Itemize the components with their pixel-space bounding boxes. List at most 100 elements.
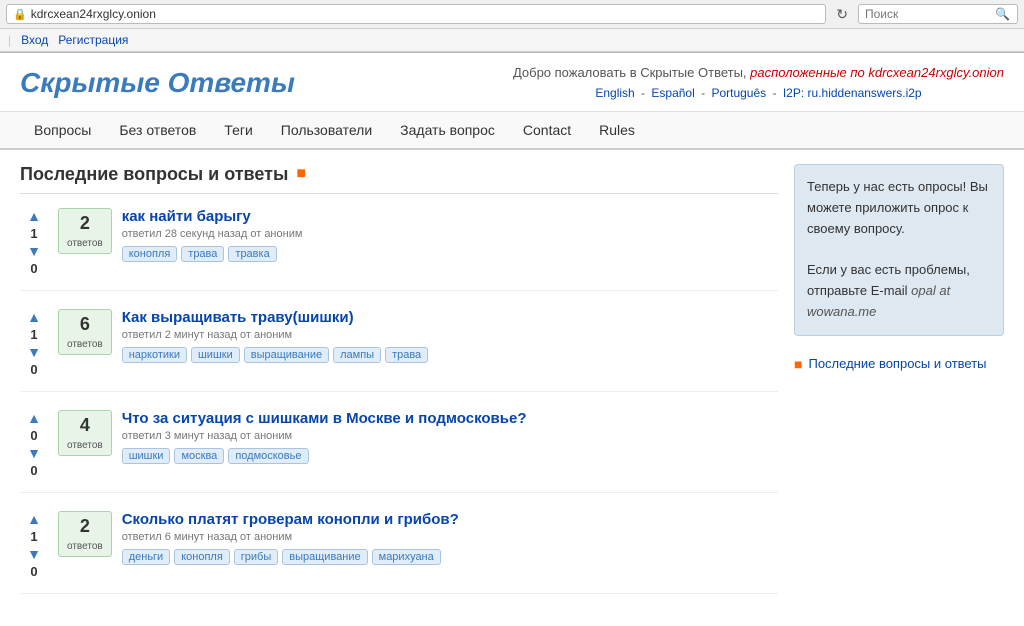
browser-search-button[interactable]: 🔍: [995, 7, 1010, 21]
site-header: Скрытые Ответы Добро пожаловать в Скрыты…: [0, 53, 1024, 112]
tag[interactable]: москва: [174, 448, 224, 464]
answer-label: ответов: [67, 440, 103, 451]
site-nav: Вопросы Без ответов Теги Пользователи За…: [0, 112, 1024, 150]
vote-down-button[interactable]: ▼: [27, 243, 41, 259]
sidebar: Теперь у нас есть опросы! Вы можете прил…: [794, 164, 1004, 612]
lang-portugues[interactable]: Português: [711, 86, 766, 100]
question-item: ▲ 1 ▼ 0 2 ответов Сколько платят гровера…: [20, 511, 778, 594]
nav-rules[interactable]: Rules: [585, 112, 649, 148]
nav-ask[interactable]: Задать вопрос: [386, 112, 509, 148]
main-content: Последние вопросы и ответы ■ ▲ 1 ▼ 0 2 о…: [0, 150, 1024, 626]
tag[interactable]: конопля: [174, 549, 230, 565]
answer-label: ответов: [67, 238, 103, 249]
vote-down-count: 0: [30, 261, 37, 276]
sidebar-poll-text-2: Если у вас есть проблемы, отправьте E-ma…: [807, 260, 991, 322]
nav-questions[interactable]: Вопросы: [20, 112, 105, 148]
vote-up-button[interactable]: ▲: [27, 309, 41, 325]
vote-down-button[interactable]: ▼: [27, 344, 41, 360]
tag[interactable]: выращивание: [244, 347, 329, 363]
question-meta: ответил 2 минут назад от аноним: [122, 329, 778, 341]
tag[interactable]: лампы: [333, 347, 381, 363]
answer-count-box: 2 ответов: [58, 208, 112, 254]
tag[interactable]: шишки: [122, 448, 171, 464]
browser-nav: | Вход Регистрация: [0, 29, 1024, 52]
vote-up-count: 1: [30, 327, 37, 342]
section-title: Последние вопросы и ответы ■: [20, 164, 778, 194]
vote-box: ▲ 0 ▼ 0: [20, 410, 48, 478]
rss-icon: ■: [296, 165, 306, 183]
tag[interactable]: наркотики: [122, 347, 187, 363]
nav-separator-left: |: [8, 33, 11, 47]
vote-down-button[interactable]: ▼: [27, 546, 41, 562]
nav-login-link[interactable]: Вход: [21, 33, 48, 47]
tag[interactable]: марихуана: [372, 549, 441, 565]
question-title[interactable]: Как выращивать траву(шишки): [122, 309, 354, 326]
tag[interactable]: трава: [385, 347, 428, 363]
tags-list: деньгиконоплягрибывыращивание марихуана: [122, 549, 778, 565]
question-title[interactable]: Сколько платят гроверам конопли и грибов…: [122, 511, 459, 528]
question-meta: ответил 6 минут назад от аноним: [122, 531, 778, 543]
nav-contact[interactable]: Contact: [509, 112, 585, 148]
vote-up-button[interactable]: ▲: [27, 511, 41, 527]
nav-users[interactable]: Пользователи: [267, 112, 386, 148]
site-logo: Скрытые Ответы: [20, 67, 295, 99]
tag[interactable]: травка: [228, 246, 276, 262]
nav-tags[interactable]: Теги: [210, 112, 266, 148]
question-meta: ответил 28 секунд назад от аноним: [122, 228, 778, 240]
nav-register-link[interactable]: Регистрация: [58, 33, 128, 47]
vote-up-button[interactable]: ▲: [27, 208, 41, 224]
lang-sep-2: -: [701, 86, 708, 100]
browser-search-input[interactable]: [865, 7, 995, 21]
site-header-right: Добро пожаловать в Скрытые Ответы, распо…: [513, 63, 1004, 103]
question-item: ▲ 1 ▼ 0 2 ответов как найти барыгу ответ…: [20, 208, 778, 291]
browser-search-bar: 🔍: [858, 4, 1018, 24]
answer-number: 2: [67, 516, 103, 537]
answer-number: 2: [67, 213, 103, 234]
sidebar-rss-link[interactable]: ■ Последние вопросы и ответы: [794, 356, 1004, 372]
lang-english[interactable]: English: [595, 86, 634, 100]
tag[interactable]: выращивание: [282, 549, 367, 565]
tag[interactable]: трава: [181, 246, 224, 262]
question-body: Сколько платят гроверам конопли и грибов…: [122, 511, 778, 565]
vote-up-button[interactable]: ▲: [27, 410, 41, 426]
vote-box: ▲ 1 ▼ 0: [20, 511, 48, 579]
lang-sep-1: -: [641, 86, 648, 100]
question-body: как найти барыгу ответил 28 секунд назад…: [122, 208, 778, 262]
url-bar[interactable]: 🔒 kdrcxean24rxglcy.onion: [6, 4, 826, 24]
vote-down-count: 0: [30, 564, 37, 579]
answer-label: ответов: [67, 541, 103, 552]
vote-up-count: 1: [30, 529, 37, 544]
tags-list: коноплятраватравка: [122, 246, 778, 262]
vote-down-button[interactable]: ▼: [27, 445, 41, 461]
sidebar-poll-box: Теперь у нас есть опросы! Вы можете прил…: [794, 164, 1004, 336]
answer-count-box: 6 ответов: [58, 309, 112, 355]
reload-button[interactable]: ↻: [832, 6, 852, 23]
question-title[interactable]: как найти барыгу: [122, 208, 251, 225]
question-meta: ответил 3 минут назад от аноним: [122, 430, 778, 442]
lang-espanol[interactable]: Español: [651, 86, 694, 100]
tag[interactable]: подмосковье: [228, 448, 308, 464]
tag[interactable]: грибы: [234, 549, 278, 565]
tag[interactable]: шишки: [191, 347, 240, 363]
url-text: kdrcxean24rxglcy.onion: [31, 7, 820, 21]
url-icon: 🔒: [13, 8, 27, 21]
question-body: Что за ситуация с шишками в Москве и под…: [122, 410, 778, 464]
lang-sep-3: -: [773, 86, 780, 100]
sidebar-poll-text-1: Теперь у нас есть опросы! Вы можете прил…: [807, 177, 991, 239]
answer-number: 4: [67, 415, 103, 436]
section-title-text: Последние вопросы и ответы: [20, 164, 288, 185]
vote-box: ▲ 1 ▼ 0: [20, 208, 48, 276]
browser-toolbar: 🔒 kdrcxean24rxglcy.onion ↻ 🔍: [0, 0, 1024, 29]
welcome-line: Добро пожаловать в Скрытые Ответы, распо…: [513, 63, 1004, 84]
question-title[interactable]: Что за ситуация с шишками в Москве и под…: [122, 410, 527, 427]
nav-unanswered[interactable]: Без ответов: [105, 112, 210, 148]
answer-count-box: 2 ответов: [58, 511, 112, 557]
tag[interactable]: конопля: [122, 246, 178, 262]
vote-up-count: 1: [30, 226, 37, 241]
tag[interactable]: деньги: [122, 549, 171, 565]
vote-down-count: 0: [30, 463, 37, 478]
lang-i2p[interactable]: I2P: ru.hiddenanswers.i2p: [783, 86, 922, 100]
sidebar-rss-icon: ■: [794, 356, 802, 372]
questions-list: ▲ 1 ▼ 0 2 ответов как найти барыгу ответ…: [20, 208, 778, 594]
sidebar-rss-row: ■ Последние вопросы и ответы: [794, 350, 1004, 378]
